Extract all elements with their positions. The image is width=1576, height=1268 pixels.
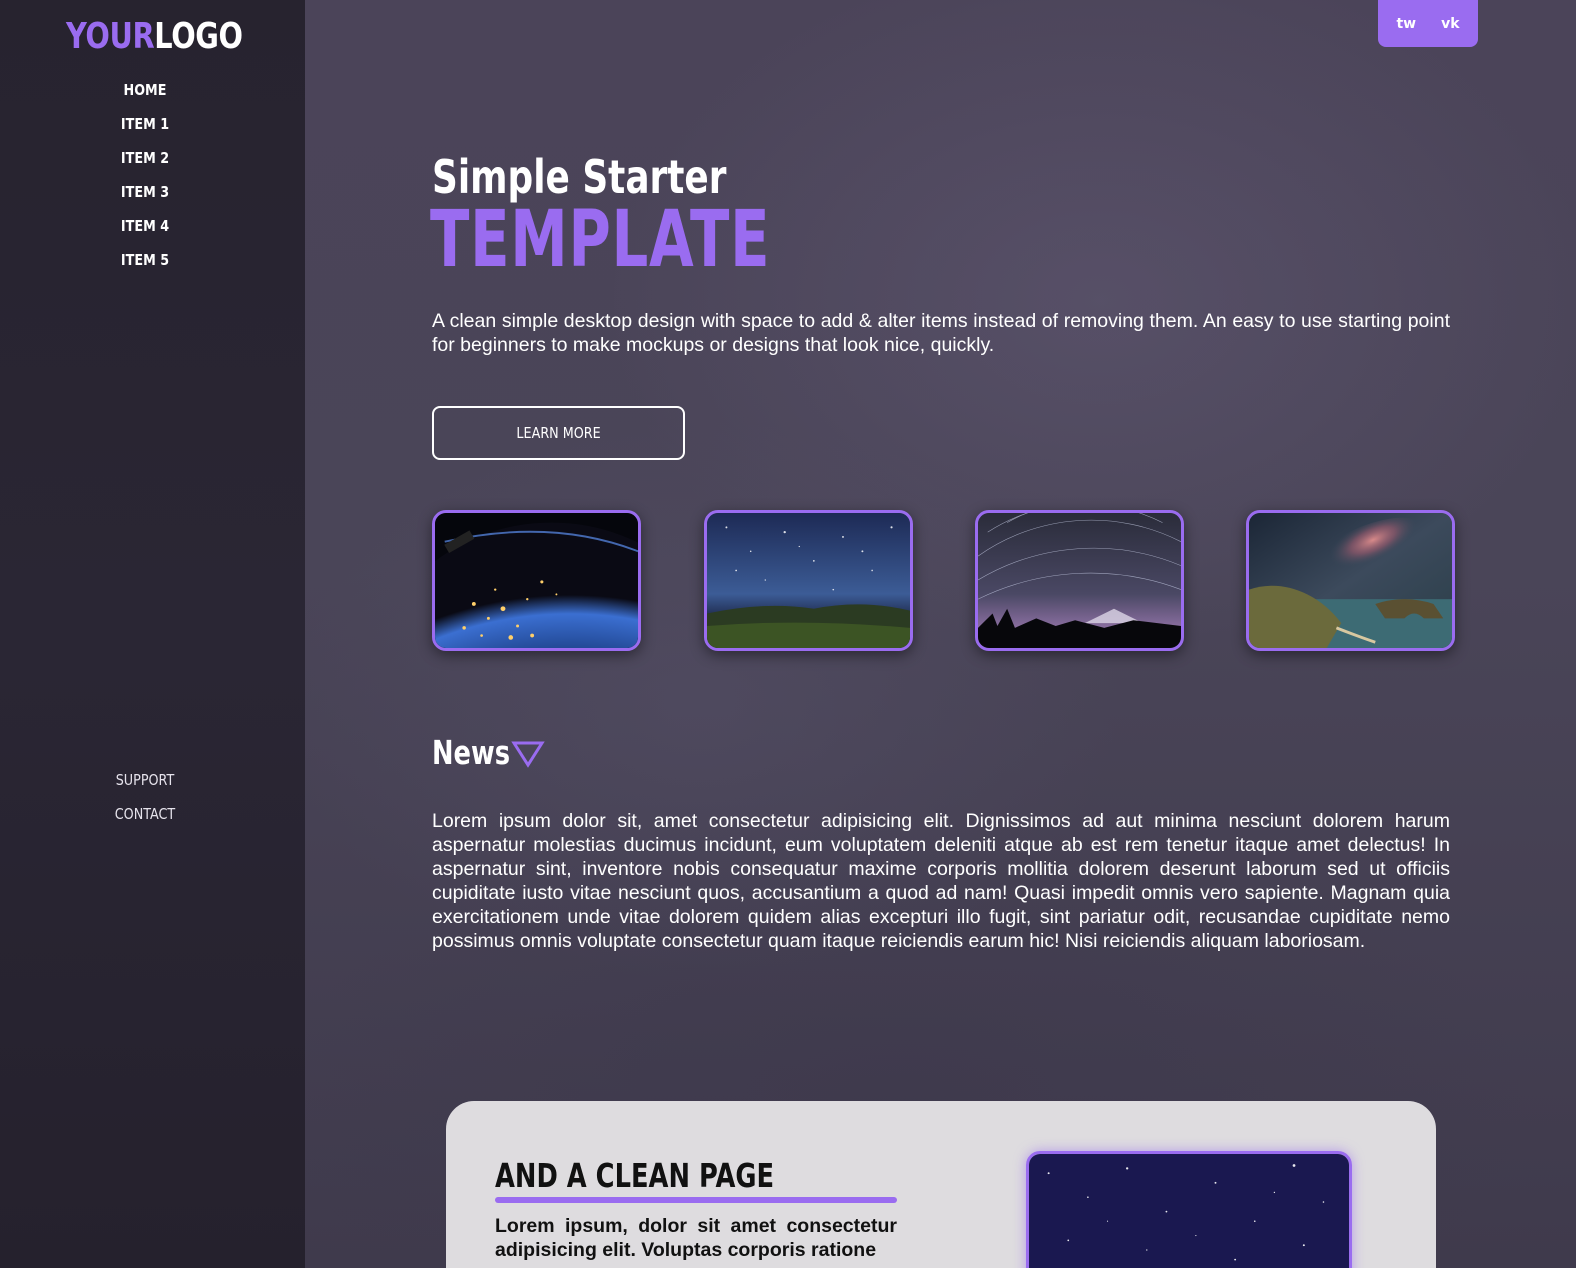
triangle-down-icon[interactable]: [511, 740, 545, 768]
clean-page-card: AND A CLEAN PAGE Lorem ipsum, dolor sit …: [446, 1101, 1436, 1268]
logo-plain: LOGO: [154, 16, 243, 57]
nav-item-2[interactable]: ITEM 2: [22, 148, 269, 182]
milky-way-coast-image[interactable]: [1246, 510, 1455, 651]
main-nav: HOME ITEM 1 ITEM 2 ITEM 3 ITEM 4 ITEM 5: [0, 80, 290, 284]
starry-sky-image[interactable]: [704, 510, 913, 651]
nav-item-support[interactable]: SUPPORT: [22, 770, 269, 804]
learn-more-label: LEARN MORE: [516, 424, 601, 442]
footer-nav: SUPPORT CONTACT: [0, 770, 290, 838]
earth-at-night-image[interactable]: [432, 510, 641, 651]
news-body: Lorem ipsum dolor sit, amet consectetur …: [432, 810, 1450, 952]
card-text: Lorem ipsum, dolor sit amet consectetur …: [495, 1215, 897, 1261]
vk-link[interactable]: vk: [1441, 16, 1459, 32]
nav-item-contact[interactable]: CONTACT: [22, 804, 269, 838]
nav-item-4[interactable]: ITEM 4: [22, 216, 269, 250]
social-links: tw vk: [1378, 0, 1478, 47]
nav-item-1[interactable]: ITEM 1: [22, 114, 269, 148]
nav-item-home[interactable]: HOME: [22, 80, 269, 114]
twitter-link[interactable]: tw: [1396, 16, 1416, 32]
star-trails-image[interactable]: [975, 510, 1184, 651]
nav-item-3[interactable]: ITEM 3: [22, 182, 269, 216]
logo[interactable]: YOURLOGO: [66, 16, 243, 57]
card-title: AND A CLEAN PAGE: [495, 1156, 775, 1195]
card-divider: [495, 1197, 897, 1203]
learn-more-button[interactable]: LEARN MORE: [432, 406, 685, 460]
hero-title: TEMPLATE: [430, 195, 771, 285]
news-heading: News: [432, 733, 511, 772]
hero-description: A clean simple desktop design with space…: [432, 310, 1450, 356]
galaxy-image: [1026, 1151, 1352, 1268]
nav-item-5[interactable]: ITEM 5: [22, 250, 269, 284]
sidebar: YOURLOGO HOME ITEM 1 ITEM 2 ITEM 3 ITEM …: [0, 0, 305, 1268]
logo-accent: YOUR: [66, 16, 155, 57]
